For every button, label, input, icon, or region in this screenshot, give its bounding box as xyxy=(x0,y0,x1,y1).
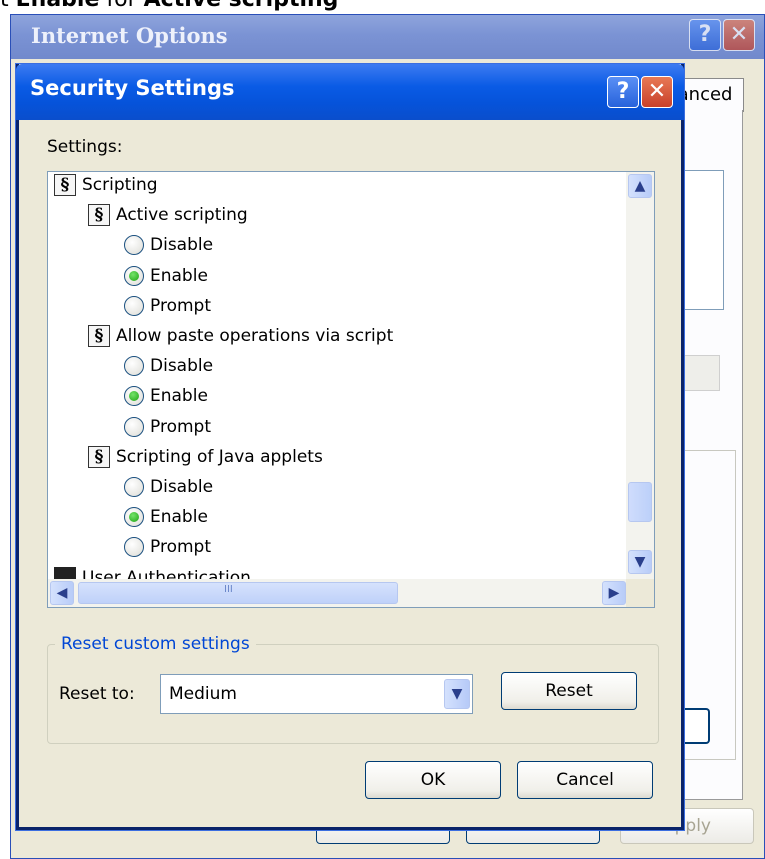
security-settings-title: Security Settings xyxy=(30,76,235,100)
script-icon: § xyxy=(54,174,76,196)
ok-button[interactable]: OK xyxy=(365,761,501,799)
caption-middle: for xyxy=(99,0,143,12)
reset-to-value: Medium xyxy=(169,684,237,704)
radio-option-prompt[interactable]: Prompt xyxy=(124,412,211,442)
radio-selected-icon[interactable] xyxy=(124,386,144,407)
tree-row-label: Disable xyxy=(150,356,214,377)
scroll-down-button[interactable]: ▼ xyxy=(628,550,652,574)
script-icon: § xyxy=(88,204,110,227)
radio-option-disable[interactable]: Disable xyxy=(124,230,213,260)
tree-row-label: Scripting xyxy=(82,175,158,195)
tree-setting-active-scripting: § Active scripting xyxy=(88,200,248,230)
vertical-scrollbar[interactable]: ▲ ▼ xyxy=(626,172,654,579)
reset-button-label: Reset xyxy=(545,681,593,701)
tree-row-label: Allow paste operations via script xyxy=(116,326,394,346)
tree-setting-allow-paste-operations-via-script: § Allow paste operations via script xyxy=(88,321,393,351)
reset-to-label: Reset to: xyxy=(59,684,135,704)
close-icon: ✕ xyxy=(729,22,749,47)
internet-options-help-button[interactable]: ? xyxy=(689,19,721,51)
cancel-button-label: Cancel xyxy=(556,770,614,790)
radio-selected-icon[interactable] xyxy=(124,265,144,286)
settings-label: Settings: xyxy=(47,137,123,157)
caption-prefix: t xyxy=(0,0,16,12)
chevron-down-icon: ▼ xyxy=(634,554,646,570)
horizontal-scroll-thumb[interactable]: III xyxy=(78,582,398,604)
radio-option-enable[interactable]: Enable xyxy=(124,381,208,411)
radio-option-prompt[interactable]: Prompt xyxy=(124,532,211,562)
ok-button-label: OK xyxy=(420,770,446,790)
scroll-up-button[interactable]: ▲ xyxy=(628,174,652,198)
chevron-right-icon: ▶ xyxy=(608,585,620,601)
tree-row-label: Prompt xyxy=(150,537,211,558)
tree-row-label: Disable xyxy=(150,477,214,497)
radio-option-prompt[interactable]: Prompt xyxy=(124,291,211,321)
tree-row-label: Scripting of Java applets xyxy=(116,446,323,467)
tree-row-label: Enable xyxy=(150,507,208,528)
tree-row-label: Prompt xyxy=(150,295,211,316)
settings-tree[interactable]: § Scripting § Active scripting Disable Enable… xyxy=(47,171,655,608)
internet-options-close-button[interactable]: ✕ xyxy=(723,19,755,51)
radio-unselected-icon[interactable] xyxy=(124,537,144,558)
radio-option-disable[interactable]: Disable xyxy=(124,472,213,502)
tree-row-label: Active scripting xyxy=(116,205,248,226)
scrollbar-corner xyxy=(626,579,654,607)
scroll-left-button[interactable]: ◀ xyxy=(50,581,74,605)
cancel-button[interactable]: Cancel xyxy=(517,761,653,799)
tree-row-label: Disable xyxy=(150,235,214,256)
caption-enable: Enable xyxy=(16,0,100,12)
chevron-left-icon: ◀ xyxy=(56,585,68,601)
horizontal-scrollbar[interactable]: ◀ III ▶ xyxy=(48,579,628,607)
internet-options-title: Internet Options xyxy=(31,23,228,48)
reset-button[interactable]: Reset xyxy=(501,672,637,710)
radio-selected-icon[interactable] xyxy=(124,507,144,528)
security-settings-dialog: Security Settings ? ✕ Settings: § Scripti… xyxy=(16,64,684,830)
tree-setting-scripting-of-java-applets: § Scripting of Java applets xyxy=(88,442,323,472)
tree-row-label: Prompt xyxy=(150,416,211,437)
security-settings-titlebar: Security Settings ? ✕ xyxy=(16,64,684,120)
chevron-down-icon: ▼ xyxy=(451,686,463,702)
internet-options-titlebar: Internet Options ? ✕ xyxy=(11,15,764,59)
tree-row-label: Enable xyxy=(150,386,208,407)
close-button[interactable]: ✕ xyxy=(641,76,673,108)
radio-option-enable[interactable]: Enable xyxy=(124,502,208,532)
caption-active: Active scripting xyxy=(144,0,339,12)
radio-unselected-icon[interactable] xyxy=(124,235,144,256)
radio-unselected-icon[interactable] xyxy=(124,356,144,377)
help-icon: ? xyxy=(698,22,712,47)
close-icon: ✕ xyxy=(647,79,667,104)
reset-to-select[interactable]: Medium ▼ xyxy=(160,674,473,714)
tutorial-caption: t Enable for Active scripting xyxy=(0,0,338,13)
scroll-right-button[interactable]: ▶ xyxy=(602,581,626,605)
reset-custom-settings-label: Reset custom settings xyxy=(55,634,256,654)
script-icon: § xyxy=(88,445,110,468)
tree-row-label: Enable xyxy=(150,265,208,286)
dropdown-button[interactable]: ▼ xyxy=(444,679,470,709)
chevron-up-icon: ▲ xyxy=(634,178,646,194)
help-icon: ? xyxy=(616,79,630,104)
grip-icon: III xyxy=(224,584,233,595)
radio-unselected-icon[interactable] xyxy=(124,416,144,437)
vertical-scroll-thumb[interactable] xyxy=(628,482,652,522)
radio-unselected-icon[interactable] xyxy=(124,477,144,497)
tree-category-scripting: § Scripting xyxy=(54,172,158,200)
help-button[interactable]: ? xyxy=(607,76,639,108)
script-icon: § xyxy=(88,325,110,347)
radio-option-disable[interactable]: Disable xyxy=(124,351,213,381)
radio-option-enable[interactable]: Enable xyxy=(124,261,208,291)
radio-unselected-icon[interactable] xyxy=(124,295,144,316)
